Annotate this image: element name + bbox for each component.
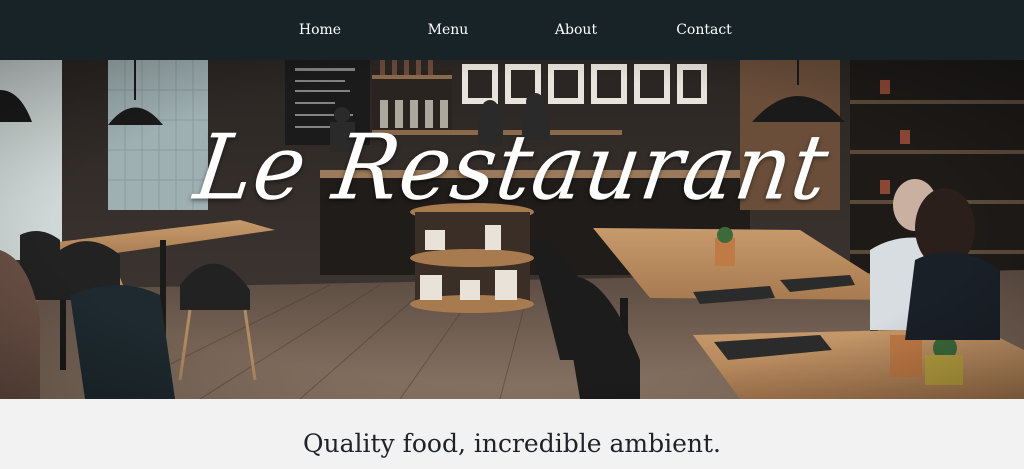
nav-list: Home Menu About Contact bbox=[256, 22, 768, 38]
top-navbar: Home Menu About Contact bbox=[0, 0, 1024, 60]
nav-item-home[interactable]: Home bbox=[256, 22, 384, 38]
nav-item-menu[interactable]: Menu bbox=[384, 22, 512, 38]
tagline-text: Quality food, incredible ambient. bbox=[303, 429, 721, 458]
hero-title: Le Restaurant bbox=[188, 115, 836, 221]
tagline-section: Quality food, incredible ambient. bbox=[0, 399, 1024, 469]
nav-item-about[interactable]: About bbox=[512, 22, 640, 38]
nav-item-contact[interactable]: Contact bbox=[640, 22, 768, 38]
hero-image bbox=[0, 60, 1024, 399]
hero-section: Le Restaurant bbox=[0, 60, 1024, 399]
